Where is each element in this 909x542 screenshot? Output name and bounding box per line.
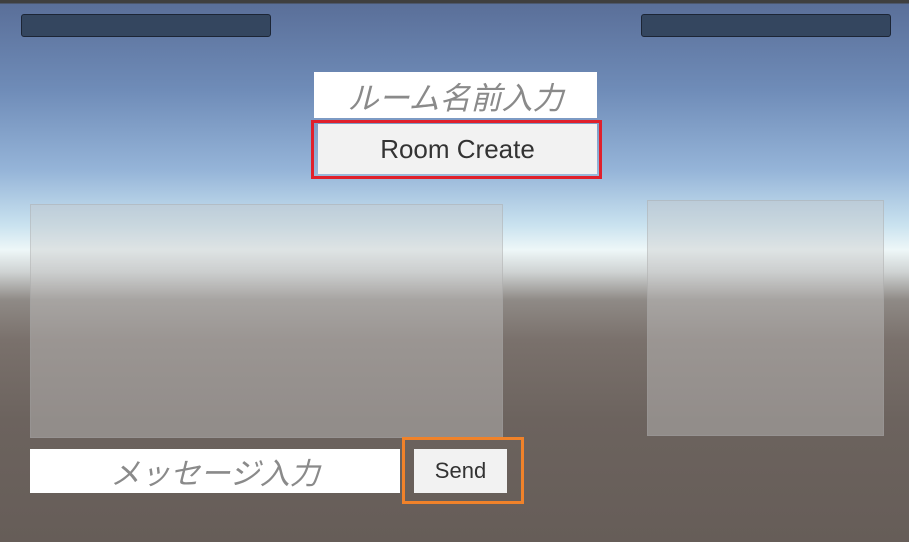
- room-create-button[interactable]: Room Create: [318, 124, 597, 174]
- room-name-input[interactable]: ルーム名前入力: [314, 72, 597, 118]
- chat-log-panel: [30, 204, 503, 438]
- send-button[interactable]: Send: [414, 449, 507, 493]
- top-right-bar: [641, 14, 891, 37]
- top-left-bar: [21, 14, 271, 37]
- room-list-panel: [647, 200, 884, 436]
- message-input[interactable]: メッセージ入力: [30, 449, 400, 493]
